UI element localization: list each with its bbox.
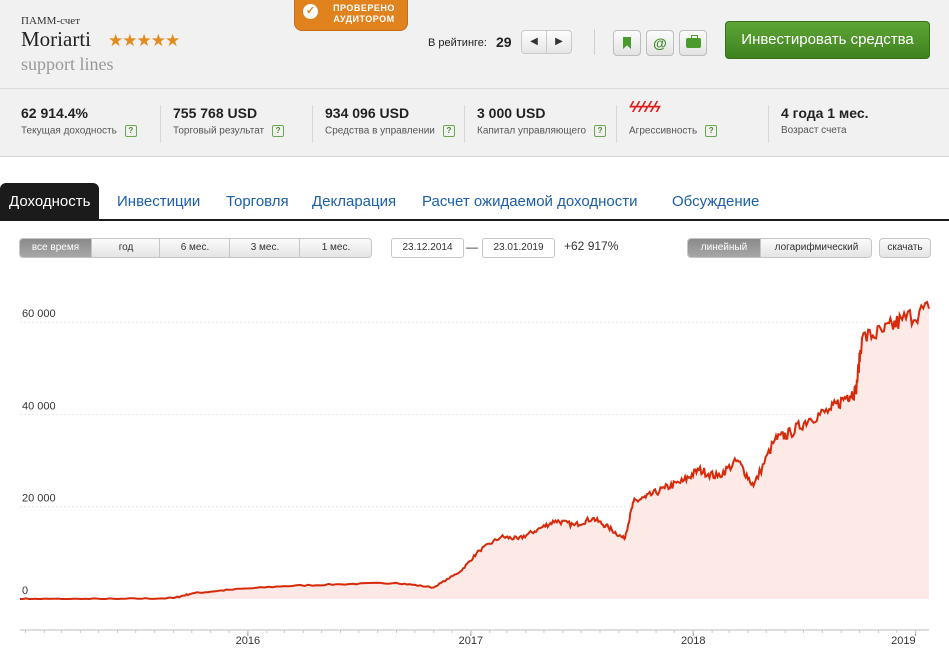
divider <box>616 105 617 143</box>
scale-selector: линейный логарифмический <box>687 238 872 258</box>
divider <box>464 105 465 143</box>
period-year[interactable]: год <box>91 239 160 257</box>
period-gain: +62 917% <box>564 239 619 253</box>
bookmark-button[interactable] <box>613 30 641 56</box>
arrow-right-icon: ▶ <box>555 36 563 47</box>
x-tick-label: 2019 <box>891 635 915 647</box>
help-icon[interactable]: ? <box>705 125 718 137</box>
stat-label: Возраст счета <box>781 125 847 136</box>
stat-label-row: Торговый результат? <box>173 125 285 137</box>
divider <box>768 105 769 143</box>
audited-badge[interactable]: ✓ ПРОВЕРЕНО АУДИТОРОМ <box>294 0 408 31</box>
y-tick-label: 40 000 <box>22 400 56 412</box>
date-from-input[interactable]: 23.12.2014 <box>391 238 464 258</box>
rating-stars-glyphs: ★★★★★ <box>108 31 180 50</box>
scale-linear[interactable]: линейный <box>688 239 760 257</box>
help-icon[interactable]: ? <box>594 125 607 137</box>
tab-trading[interactable]: Торговля <box>226 183 289 219</box>
rating-prev-button[interactable]: ◀ <box>521 30 547 54</box>
lightning-icon: ϟϟϟϟϟ <box>629 99 661 116</box>
date-separator: — <box>466 240 478 254</box>
arrow-left-icon: ◀ <box>530 36 538 47</box>
checkmark-icon: ✓ <box>303 4 318 19</box>
x-tick-label: 2017 <box>459 635 483 647</box>
x-tick-labels: 2016 2017 2018 2019 <box>236 630 917 647</box>
period-3-months[interactable]: 3 мес. <box>229 239 300 257</box>
stat-label: Текущая доходность <box>21 125 117 137</box>
account-name[interactable]: Moriarti <box>21 27 91 52</box>
stat-value: 934 096 USD <box>325 105 410 121</box>
y-tick-label: 20 000 <box>22 493 56 505</box>
stat-label: Торговый результат <box>173 125 265 137</box>
x-tick-label: 2016 <box>236 635 260 647</box>
bookmark-icon <box>623 37 631 49</box>
y-tick-label: 60 000 <box>22 308 56 320</box>
scale-log[interactable]: логарифмический <box>760 239 871 257</box>
period-6-months[interactable]: 6 мес. <box>159 239 230 257</box>
tab-investments[interactable]: Инвестиции <box>117 183 200 219</box>
help-icon[interactable]: ? <box>272 125 285 137</box>
period-1-month[interactable]: 1 мес. <box>299 239 371 257</box>
aggressiveness-icons: ϟϟϟϟϟ <box>629 99 661 116</box>
badge-line-1: ПРОВЕРЕНО <box>333 3 395 13</box>
help-icon[interactable]: ? <box>124 125 137 137</box>
y-tick-labels: 0 20 000 40 000 60 000 <box>22 308 56 597</box>
help-icon[interactable]: ? <box>442 125 455 137</box>
period-selector: все время год 6 мес. 3 мес. 1 мес. <box>19 238 372 258</box>
stat-label: Капитал управляющего <box>477 125 587 137</box>
divider <box>312 105 313 143</box>
rating-stars: ★★★★★ <box>108 31 180 51</box>
tab-expected-return[interactable]: Расчет ожидаемой доходности <box>422 183 638 219</box>
y-tick-label: 0 <box>22 585 28 597</box>
stats-bar: 62 914.4% Текущая доходность? 755 768 US… <box>0 88 949 157</box>
at-sign-icon: @ <box>653 35 667 51</box>
badge-line-2: АУДИТОРОМ <box>333 14 395 24</box>
email-button[interactable]: @ <box>646 30 674 56</box>
x-tick-label: 2018 <box>681 635 705 647</box>
rating-label: В рейтинге: <box>428 37 487 49</box>
period-all-time[interactable]: все время <box>20 239 91 257</box>
stat-value: 755 768 USD <box>173 105 258 121</box>
divider <box>160 105 161 143</box>
invest-button[interactable]: Инвестировать средства <box>725 21 930 59</box>
account-header: ПАММ-счет Moriarti ★★★★★ support lines ✓… <box>0 0 949 157</box>
stat-label-row: Текущая доходность? <box>21 125 137 137</box>
stat-value: 3 000 USD <box>477 105 546 121</box>
badge-text: ПРОВЕРЕНО АУДИТОРОМ <box>324 3 404 25</box>
stat-label: Агрессивность <box>629 125 698 137</box>
account-subtitle: support lines <box>21 54 114 74</box>
rating-next-button[interactable]: ▶ <box>546 30 572 54</box>
tab-discussion[interactable]: Обсуждение <box>672 183 759 219</box>
returns-chart: 0 20 000 40 000 60 000 2016 2017 2018 2019 <box>20 300 930 647</box>
portfolio-button[interactable] <box>679 30 707 56</box>
tab-bar: Доходность Инвестиции Торговля Деклараци… <box>0 183 949 221</box>
stat-label-row: Агрессивность? <box>629 125 718 137</box>
date-to-input[interactable]: 23.01.2019 <box>482 238 555 258</box>
account-type: ПАММ-счет <box>21 15 80 27</box>
stat-value: 62 914.4% <box>21 105 88 121</box>
stat-value: 4 года 1 мес. <box>781 105 869 121</box>
divider <box>594 29 595 55</box>
stat-label-row: Средства в управлении? <box>325 125 455 137</box>
rating-value: 29 <box>496 34 512 50</box>
stat-label: Средства в управлении <box>325 125 435 137</box>
briefcase-icon <box>685 35 701 48</box>
download-button[interactable]: скачать <box>879 238 931 258</box>
tab-returns[interactable]: Доходность <box>0 183 100 219</box>
stat-label-row: Капитал управляющего? <box>477 125 607 137</box>
tab-declaration[interactable]: Декларация <box>312 183 396 219</box>
